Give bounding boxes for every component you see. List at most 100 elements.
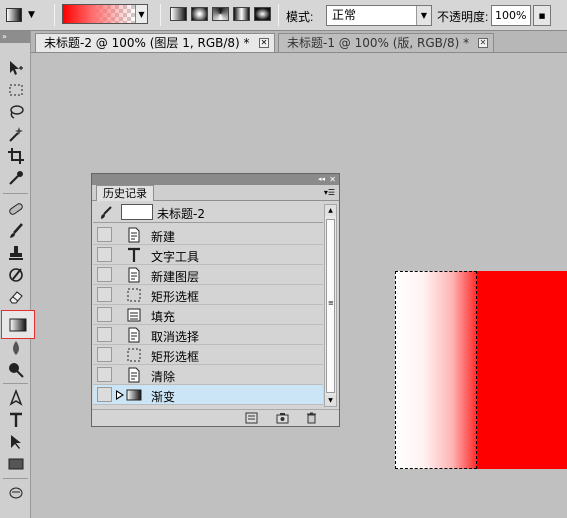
tab-history[interactable]: 历史记录 [96, 185, 154, 201]
healing-brush-tool-icon[interactable] [4, 199, 27, 219]
fill-icon [126, 307, 142, 323]
tool-preset-picker[interactable]: ▼ [6, 5, 42, 25]
tab-title: 未标题-2 @ 100% (图层 1, RGB/8) * [44, 36, 250, 50]
radial-gradient-button[interactable] [191, 7, 208, 21]
document-tab-bar: 未标题-2 @ 100% (图层 1, RGB/8) * ✕ 未标题-1 @ 1… [31, 31, 567, 53]
history-brush-source-checkbox[interactable] [97, 347, 112, 362]
clone-stamp-tool-icon[interactable] [4, 243, 27, 263]
gradient-swatch[interactable] [63, 5, 135, 23]
opacity-input[interactable]: 100% [491, 5, 531, 26]
history-state-row[interactable]: 清除 [93, 365, 323, 385]
toolbox-separator [3, 383, 28, 384]
document-canvas[interactable] [395, 271, 567, 469]
close-icon[interactable]: ✕ [478, 38, 488, 48]
snapshot-thumbnail [121, 204, 153, 220]
collapse-icon[interactable]: ◂◂ [318, 174, 325, 185]
history-state-label: 矩形选框 [151, 290, 200, 304]
panel-title-bar[interactable]: ◂◂ ✕ [92, 174, 339, 185]
gradient-tool-icon[interactable] [1, 310, 35, 339]
marquee-tool-icon[interactable] [4, 80, 27, 100]
opacity-label: 不透明度: [437, 10, 489, 24]
history-state-row[interactable]: 新建 [93, 225, 323, 245]
blur-tool-icon[interactable] [4, 338, 27, 358]
close-icon[interactable]: ✕ [329, 174, 336, 185]
mode-select[interactable]: 正常 ▼ [326, 5, 432, 26]
new-document-from-state-icon[interactable] [244, 412, 258, 424]
mode-label: 模式: [286, 10, 314, 24]
history-state-label: 文字工具 [151, 250, 200, 264]
history-brush-source-checkbox[interactable] [97, 227, 112, 242]
history-state-label: 填充 [151, 310, 176, 324]
options-bar: ▼ ▼ 模式: 正常 ▼ 不透明度: 100% ■ [0, 0, 567, 31]
hand-tool-icon[interactable] [4, 483, 27, 503]
type-tool-icon[interactable] [4, 410, 27, 430]
panel-tab-bar: 历史记录 ▾☰ [92, 185, 339, 201]
history-state-label: 取消选择 [151, 330, 200, 344]
diamond-gradient-button[interactable] [254, 7, 271, 21]
separator [160, 4, 161, 26]
eraser-tool-icon[interactable] [4, 287, 27, 307]
history-state-row[interactable]: 矩形选框 [93, 285, 323, 305]
document-icon [126, 327, 142, 343]
history-state-row-selected[interactable]: 渐变 [93, 385, 323, 405]
mode-value: 正常 [332, 8, 357, 22]
tab-document-2[interactable]: 未标题-1 @ 100% (版, RGB/8) * ✕ [278, 33, 494, 52]
path-selection-tool-icon[interactable] [4, 432, 27, 452]
history-brush-source-checkbox[interactable] [97, 327, 112, 342]
scrollbar-thumb[interactable]: ≡ [326, 219, 335, 393]
pen-tool-icon[interactable] [4, 388, 27, 408]
crop-tool-icon[interactable] [4, 146, 27, 166]
lasso-tool-icon[interactable] [4, 102, 27, 122]
panel-footer [92, 409, 339, 426]
history-state-label: 新建 [151, 230, 176, 244]
red-fill-area [477, 271, 567, 469]
history-scrollbar[interactable]: ▲ ≡ ▼ [324, 204, 337, 407]
eyedropper-tool-icon[interactable] [4, 168, 27, 188]
close-icon[interactable]: ✕ [259, 38, 269, 48]
gradient-tool-icon [6, 8, 22, 22]
move-tool-icon[interactable] [4, 58, 27, 78]
separator [278, 4, 279, 26]
gradient-picker[interactable]: ▼ [62, 4, 148, 24]
history-brush-source-icon[interactable] [99, 206, 113, 223]
angle-gradient-button[interactable] [212, 7, 229, 21]
new-snapshot-icon[interactable] [275, 412, 289, 424]
history-state-label: 矩形选框 [151, 350, 200, 364]
history-state-row[interactable]: 矩形选框 [93, 345, 323, 365]
history-state-row[interactable]: 取消选择 [93, 325, 323, 345]
history-brush-source-checkbox[interactable] [97, 307, 112, 322]
separator [54, 4, 55, 26]
snapshot-row[interactable]: 未标题-2 [93, 203, 323, 223]
history-brush-source-checkbox[interactable] [97, 247, 112, 262]
trash-icon[interactable] [304, 412, 318, 424]
chevron-down-icon[interactable]: ▼ [416, 6, 431, 25]
toolbox-header[interactable]: » [0, 31, 30, 43]
magic-wand-tool-icon[interactable] [4, 124, 27, 144]
scroll-down-icon[interactable]: ▼ [325, 395, 336, 406]
history-panel: ◂◂ ✕ 历史记录 ▾☰ 未标题-2 新建 文字工具 新建图层 矩形选框 填充 … [91, 173, 340, 427]
dodge-tool-icon[interactable] [4, 360, 27, 380]
chevron-down-icon: ▼ [28, 10, 35, 20]
snapshot-name: 未标题-2 [157, 207, 205, 221]
history-state-label: 清除 [151, 370, 176, 384]
history-state-row[interactable]: 填充 [93, 305, 323, 325]
history-state-row[interactable]: 文字工具 [93, 245, 323, 265]
history-brush-source-checkbox[interactable] [97, 367, 112, 382]
history-brush-source-checkbox[interactable] [97, 387, 112, 402]
brush-tool-icon[interactable] [4, 221, 27, 241]
scroll-up-icon[interactable]: ▲ [325, 205, 336, 216]
linear-gradient-button[interactable] [170, 7, 187, 21]
grip-icon: ≡ [328, 299, 334, 307]
reflected-gradient-button[interactable] [233, 7, 250, 21]
opacity-slider-button[interactable]: ■ [533, 5, 551, 26]
toolbox-separator [3, 478, 28, 479]
history-brush-tool-icon[interactable] [4, 265, 27, 285]
history-brush-source-checkbox[interactable] [97, 287, 112, 302]
panel-menu-icon[interactable]: ▾☰ [324, 188, 335, 197]
type-icon [126, 247, 142, 263]
history-state-row[interactable]: 新建图层 [93, 265, 323, 285]
rectangle-tool-icon[interactable] [4, 454, 27, 474]
tab-document-1[interactable]: 未标题-2 @ 100% (图层 1, RGB/8) * ✕ [35, 33, 275, 52]
history-brush-source-checkbox[interactable] [97, 267, 112, 282]
chevron-down-icon[interactable]: ▼ [135, 5, 147, 23]
